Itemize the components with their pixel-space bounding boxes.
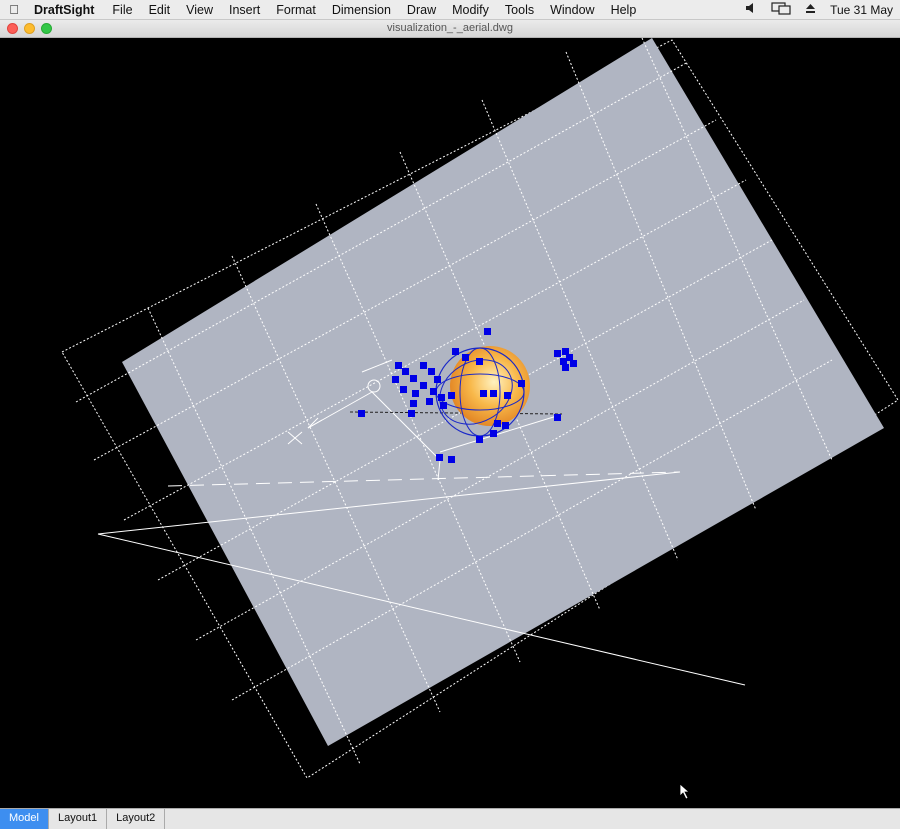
eject-icon[interactable] [798,3,823,17]
model-viewport[interactable] [0,38,900,808]
menu-modify[interactable]: Modify [444,3,497,17]
window-titlebar: visualization_-_aerial.dwg [0,20,900,38]
close-window-button[interactable] [7,23,18,34]
menu-view[interactable]: View [178,3,221,17]
window-title: visualization_-_aerial.dwg [387,22,513,34]
menu-window[interactable]: Window [542,3,602,17]
menu-tools[interactable]: Tools [497,3,542,17]
volume-icon[interactable] [738,2,764,17]
tab-model[interactable]: Model [0,809,49,829]
tab-layout2[interactable]: Layout2 [107,809,166,829]
menu-dimension[interactable]: Dimension [324,3,399,17]
clock-date[interactable]: Tue 31 May [823,3,900,17]
display-icon[interactable] [764,1,798,18]
menu-help[interactable]: Help [603,3,645,17]
menu-bar:  DraftSight File Edit View Insert Forma… [0,0,900,20]
status-area: Tue 31 May [738,1,900,18]
cursor-icon [679,783,691,800]
layout-tab-bar: Model Layout1 Layout2 [0,808,900,829]
tab-layout1[interactable]: Layout1 [49,809,108,829]
minimize-window-button[interactable] [24,23,35,34]
zoom-window-button[interactable] [41,23,52,34]
menu-file[interactable]: File [104,3,140,17]
app-name-menu[interactable]: DraftSight [28,3,104,17]
menu-draw[interactable]: Draw [399,3,444,17]
menu-edit[interactable]: Edit [141,3,179,17]
apple-icon[interactable]:  [0,2,28,17]
menu-insert[interactable]: Insert [221,3,268,17]
drawing-canvas[interactable] [0,38,900,808]
menu-format[interactable]: Format [268,3,324,17]
